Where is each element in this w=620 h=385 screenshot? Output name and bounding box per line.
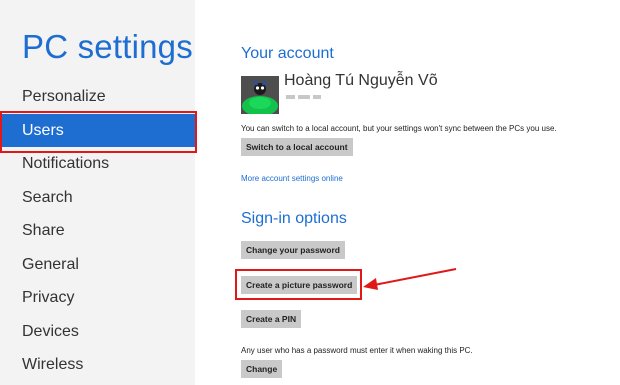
sidebar-item-search[interactable]: Search bbox=[0, 181, 195, 215]
annotation-arrow-icon bbox=[363, 268, 457, 290]
app-title: PC settings bbox=[22, 28, 193, 65]
user-email-obscured bbox=[284, 94, 344, 100]
sidebar-item-general[interactable]: General bbox=[0, 248, 195, 282]
wake-password-info: Any user who has a password must enter i… bbox=[241, 346, 473, 355]
sidebar-item-users[interactable]: Users bbox=[0, 113, 195, 147]
avatar bbox=[241, 76, 279, 114]
sidebar-nav: Personalize Users Notifications Search S… bbox=[0, 80, 195, 382]
sidebar-item-devices[interactable]: Devices bbox=[0, 315, 195, 349]
create-picture-password-button[interactable]: Create a picture password bbox=[241, 276, 358, 294]
sidebar-item-privacy[interactable]: Privacy bbox=[0, 281, 195, 315]
sidebar-item-notifications[interactable]: Notifications bbox=[0, 147, 195, 181]
sidebar: PC settings Personalize Users Notificati… bbox=[0, 0, 195, 385]
change-password-button[interactable]: Change your password bbox=[241, 241, 345, 259]
user-name: Hoàng Tú Nguyễn Võ bbox=[284, 72, 438, 89]
sidebar-item-wireless[interactable]: Wireless bbox=[0, 348, 195, 382]
change-button[interactable]: Change bbox=[241, 360, 283, 378]
sidebar-item-personalize[interactable]: Personalize bbox=[0, 80, 195, 114]
switch-to-local-account-button[interactable]: Switch to a local account bbox=[241, 138, 353, 156]
section-title-sign-in-options: Sign-in options bbox=[241, 210, 347, 227]
more-account-settings-link[interactable]: More account settings online bbox=[241, 174, 343, 183]
local-account-info: You can switch to a local account, but y… bbox=[241, 124, 557, 133]
section-title-your-account: Your account bbox=[241, 45, 334, 62]
create-pin-button[interactable]: Create a PIN bbox=[241, 310, 302, 328]
sidebar-item-share[interactable]: Share bbox=[0, 214, 195, 248]
